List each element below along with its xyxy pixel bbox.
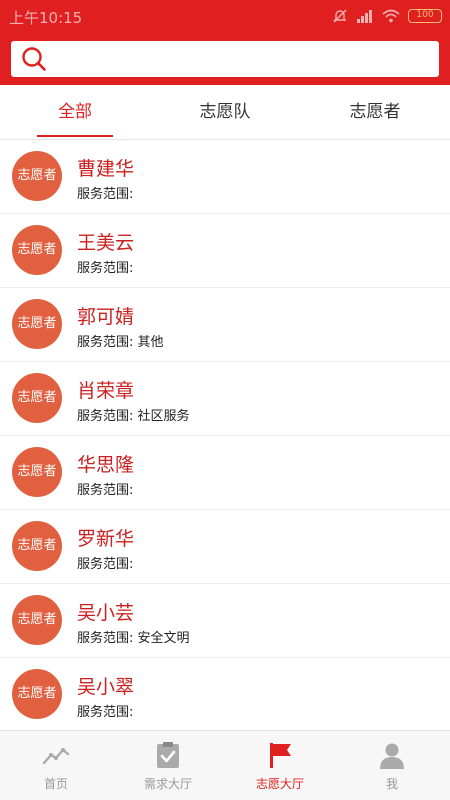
service-scope: 服务范围: xyxy=(77,705,134,720)
search-input[interactable] xyxy=(55,45,431,73)
avatar: 志愿者 xyxy=(12,151,62,201)
volunteer-name: 王美云 xyxy=(77,232,135,254)
tab-volunteers[interactable]: 志愿者 xyxy=(300,85,450,140)
avatar: 志愿者 xyxy=(12,669,62,719)
avatar: 志愿者 xyxy=(12,225,62,275)
list-item[interactable]: 志愿者 吴小翠 服务范围: xyxy=(0,658,450,730)
status-bar: 上午10:15 100 xyxy=(0,0,450,32)
avatar: 志愿者 xyxy=(12,373,62,423)
avatar: 志愿者 xyxy=(12,521,62,571)
list-item[interactable]: 志愿者 肖荣章 服务范围: 社区服务 xyxy=(0,362,450,436)
service-scope: 服务范围: xyxy=(77,557,134,572)
clipboard-check-icon xyxy=(157,742,179,768)
service-scope: 服务范围: 其他 xyxy=(77,335,164,350)
filter-tabs: 全部 志愿队 志愿者 xyxy=(0,85,450,140)
list-item[interactable]: 志愿者 华思隆 服务范围: xyxy=(0,436,450,510)
service-scope: 服务范围: xyxy=(77,261,134,276)
avatar: 志愿者 xyxy=(12,447,62,497)
avatar: 志愿者 xyxy=(12,299,62,349)
trend-chart-icon xyxy=(42,748,70,765)
list-item[interactable]: 志愿者 郭可婧 服务范围: 其他 xyxy=(0,288,450,362)
nav-volunteer-hall[interactable]: 志愿大厅 xyxy=(224,731,336,800)
list-item[interactable]: 志愿者 罗新华 服务范围: xyxy=(0,510,450,584)
service-scope: 服务范围: 安全文明 xyxy=(77,631,190,646)
service-scope: 服务范围: xyxy=(77,483,134,498)
nav-volunteer-hall-label: 志愿大厅 xyxy=(255,777,304,791)
volunteer-name: 吴小芸 xyxy=(77,602,135,624)
flag-icon xyxy=(270,743,291,768)
volunteer-name: 曹建华 xyxy=(77,158,135,180)
nav-demand-hall[interactable]: 需求大厅 xyxy=(112,731,224,800)
wifi-icon xyxy=(382,9,400,23)
volunteer-name: 吴小翠 xyxy=(77,676,135,698)
nav-demand-hall-label: 需求大厅 xyxy=(143,777,192,791)
nav-me-label: 我 xyxy=(385,777,398,791)
tab-all[interactable]: 全部 xyxy=(0,85,150,140)
volunteer-name: 郭可婧 xyxy=(77,306,135,328)
list-item[interactable]: 志愿者 王美云 服务范围: xyxy=(0,214,450,288)
nav-home-label: 首页 xyxy=(43,777,68,791)
volunteer-list[interactable]: 志愿者 曹建华 服务范围: 志愿者 王美云 服务范围: 志愿者 郭可婧 服务范围… xyxy=(0,140,450,730)
active-tab-indicator xyxy=(37,135,113,137)
do-not-disturb-icon xyxy=(333,9,347,23)
signal-icon xyxy=(357,10,372,23)
search-bar[interactable] xyxy=(11,41,439,77)
battery-icon: 100 xyxy=(408,9,442,23)
tab-volunteer-teams[interactable]: 志愿队 xyxy=(150,85,300,140)
status-icons: 100 xyxy=(332,8,442,24)
bottom-nav: 首页 需求大厅 志愿大厅 我 xyxy=(0,730,450,800)
nav-home[interactable]: 首页 xyxy=(0,731,112,800)
avatar: 志愿者 xyxy=(12,595,62,645)
list-item[interactable]: 志愿者 曹建华 服务范围: xyxy=(0,140,450,214)
volunteer-name: 罗新华 xyxy=(77,528,135,550)
user-icon xyxy=(380,743,404,769)
search-icon[interactable] xyxy=(21,46,47,72)
app-header: 上午10:15 100 xyxy=(0,0,450,85)
service-scope: 服务范围: xyxy=(77,187,134,202)
volunteer-name: 肖荣章 xyxy=(77,380,135,402)
service-scope: 服务范围: 社区服务 xyxy=(77,409,190,424)
status-time: 上午10:15 xyxy=(9,9,83,27)
volunteer-name: 华思隆 xyxy=(77,454,135,476)
nav-me[interactable]: 我 xyxy=(336,731,448,800)
list-item[interactable]: 志愿者 吴小芸 服务范围: 安全文明 xyxy=(0,584,450,658)
